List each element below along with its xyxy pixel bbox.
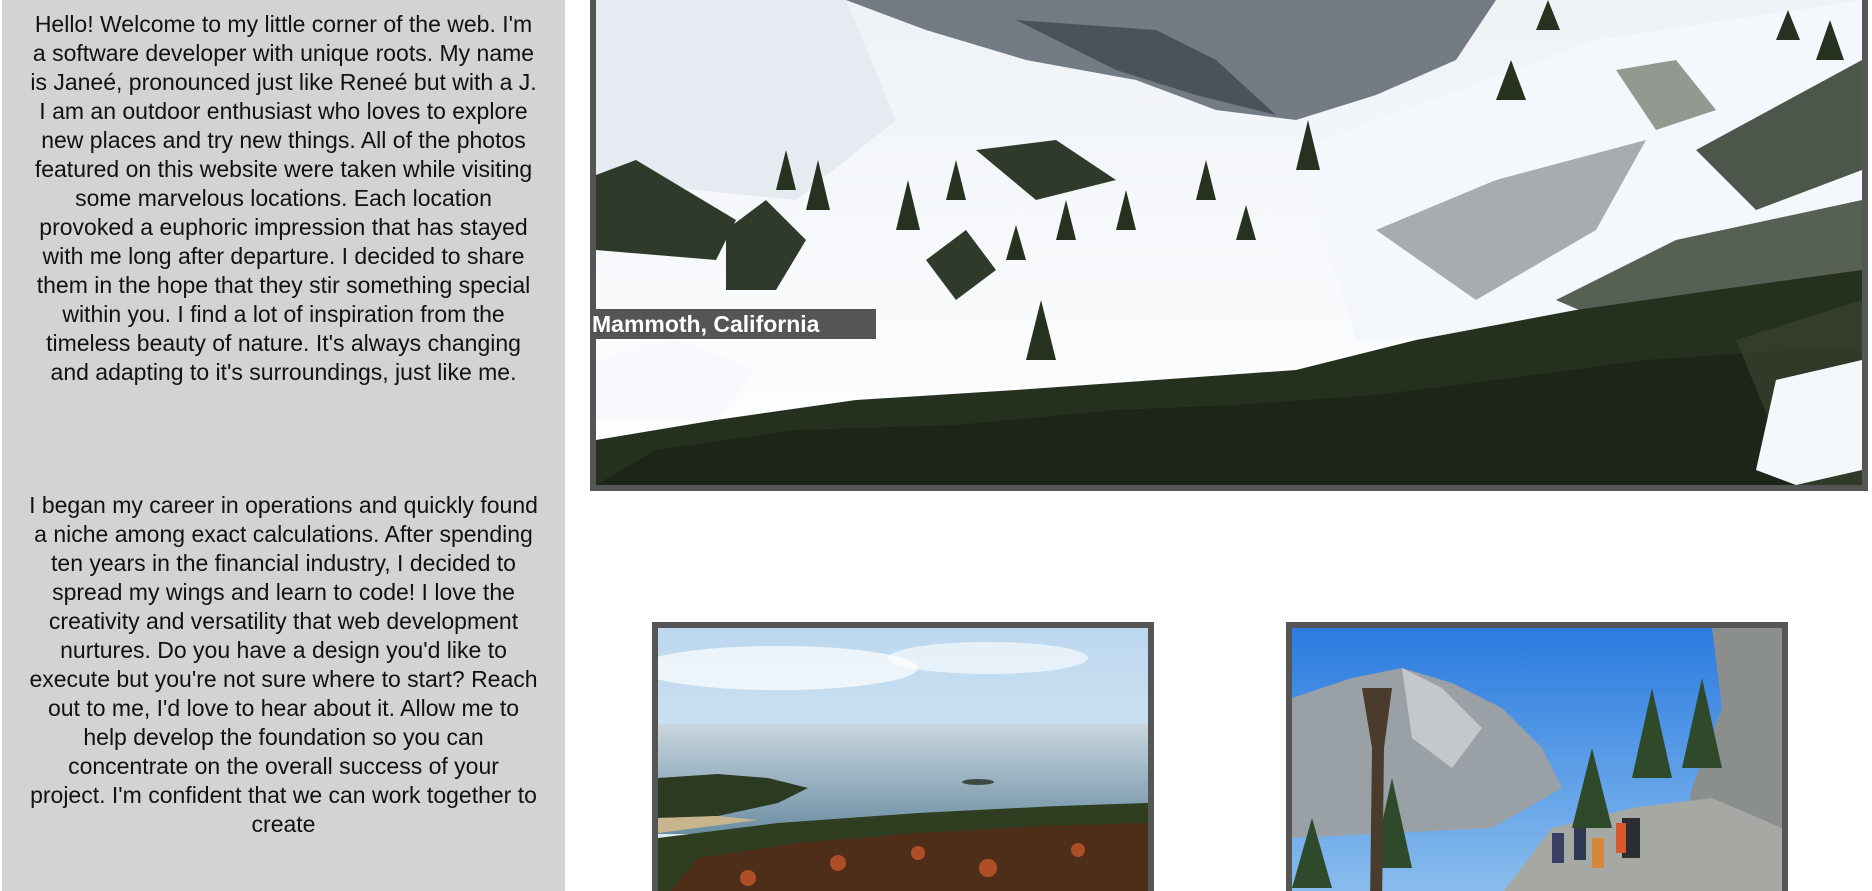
page: Hello! Welcome to my little corner of th…: [0, 0, 1872, 891]
coastal-bay-image: [658, 628, 1148, 891]
mountain-hikers-image: [1292, 628, 1782, 891]
about-paragraph-career: I began my career in operations and quic…: [29, 492, 538, 837]
about-paragraph-intro: Hello! Welcome to my little corner of th…: [30, 11, 537, 385]
mountain-hikers-photo[interactable]: [1286, 622, 1788, 891]
about-sidebar: Hello! Welcome to my little corner of th…: [2, 0, 565, 891]
hero-photo-caption: Mammoth, California: [590, 309, 876, 339]
hero-photo-mammoth[interactable]: [590, 0, 1868, 491]
coastal-bay-photo[interactable]: [652, 622, 1154, 891]
mountain-snow-image: [596, 0, 1862, 485]
